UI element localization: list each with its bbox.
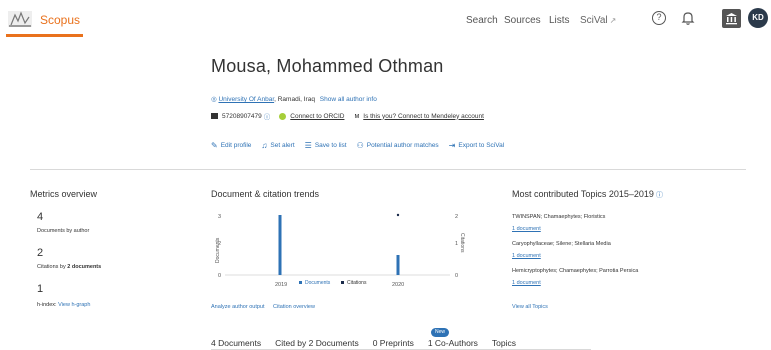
h-index-row: h-index: View h-graph: [37, 302, 90, 308]
x-tick-2019: 2019: [275, 282, 287, 288]
info-icon[interactable]: ⓘ: [656, 192, 663, 199]
help-icon[interactable]: ?: [652, 11, 666, 25]
elsevier-logo-icon[interactable]: [7, 9, 33, 29]
documents-count: 4: [37, 211, 44, 223]
topic-document-count-link[interactable]: 1 document: [512, 253, 541, 259]
top-navigation-bar: Scopus Search Sources Lists SciVal ↗ ? KD: [0, 0, 771, 38]
connect-orcid-link[interactable]: Connect to ORCID: [290, 113, 344, 120]
legend-documents-label: Documents: [305, 280, 331, 286]
set-alert-label: Set alert: [270, 142, 295, 149]
y-right-axis-title: Citations: [459, 233, 465, 253]
y-right-tick-0: 0: [455, 273, 458, 279]
external-link-icon: ↗: [609, 16, 617, 25]
view-h-graph-link[interactable]: View h-graph: [58, 302, 90, 308]
citations-count: 2: [37, 247, 44, 259]
nav-scival-link[interactable]: SciVal ↗: [580, 15, 616, 26]
nav-search-link[interactable]: Search: [466, 15, 498, 26]
chart-links-row: Analyze author output Citation overview: [211, 304, 322, 310]
save-to-list-button[interactable]: ☰ Save to list: [305, 141, 347, 150]
y-right-tick-1: 1: [455, 241, 458, 247]
export-to-scival-label: Export to SciVal: [458, 142, 505, 149]
y-left-axis-title: Documents: [215, 237, 221, 263]
author-ids-row: 57208907479 ⓘ Connect to ORCID ᴍ Is this…: [211, 111, 484, 121]
potential-author-matches-button[interactable]: ⚇ Potential author matches: [357, 141, 439, 150]
set-alert-button[interactable]: ♫ Set alert: [261, 141, 294, 150]
citations-point-2020: [396, 213, 400, 217]
y-left-tick-3: 3: [218, 214, 221, 220]
y-right-tick-2: 2: [455, 214, 458, 220]
topic-document-count-link[interactable]: 1 document: [512, 280, 541, 286]
section-divider: [30, 169, 746, 170]
show-all-author-info-link[interactable]: Show all author info: [320, 96, 377, 103]
potential-author-matches-label: Potential author matches: [366, 142, 439, 149]
institution-icon[interactable]: [722, 9, 741, 28]
affiliation-link[interactable]: University Of Anbar: [218, 96, 274, 103]
pencil-icon: ✎: [211, 141, 218, 150]
edit-profile-button[interactable]: ✎ Edit profile: [211, 141, 251, 150]
nav-scival-label: SciVal: [580, 15, 608, 26]
document-citation-trends-chart: 3 2 0 2 1 0 Documents Citations 2019 202…: [215, 213, 465, 288]
x-tick-2020: 2020: [392, 282, 404, 288]
chart-points: [396, 213, 400, 217]
user-avatar[interactable]: KD: [748, 8, 768, 28]
analyze-author-output-link[interactable]: Analyze author output: [211, 304, 265, 310]
info-icon[interactable]: ⓘ: [264, 111, 271, 121]
h-index-label: h-index:: [37, 302, 57, 308]
export-icon: ⇥: [448, 141, 456, 150]
nav-sources-link[interactable]: Sources: [504, 15, 541, 26]
chart-bars: [278, 215, 400, 275]
orcid-icon: [279, 112, 287, 120]
bell-icon[interactable]: [681, 10, 695, 26]
author-name-heading: Mousa, Mohammed Othman: [211, 56, 444, 76]
new-badge: New: [431, 328, 449, 337]
view-all-topics-link[interactable]: View all Topics: [512, 304, 548, 310]
citations-documents-count: 2 documents: [67, 264, 102, 270]
affiliation-location: , Ramadi, Iraq: [274, 96, 315, 103]
connect-mendeley-link[interactable]: Is this you? Connect to Mendeley account: [363, 113, 484, 120]
bell-icon: ♫: [261, 141, 268, 150]
most-contributed-topics-heading: Most contributed Topics 2015–2019 ⓘ: [512, 189, 663, 200]
documents-by-author-label: Documents by author: [37, 228, 90, 234]
scopus-brand-link[interactable]: Scopus: [40, 13, 80, 27]
nav-lists-link[interactable]: Lists: [549, 15, 570, 26]
legend-documents-swatch: [299, 281, 302, 284]
metrics-overview-heading: Metrics overview: [30, 189, 98, 199]
documents-bar-2019: [278, 215, 282, 275]
legend-citations-label: Citations: [347, 280, 367, 286]
topic-name: TWINSPAN; Chamaephytes; Floristics: [512, 214, 606, 220]
h-index-value: 1: [37, 283, 44, 295]
citations-label-text: Citations by: [37, 264, 68, 270]
topics-heading-text: Most contributed Topics 2015–2019: [512, 189, 654, 199]
scopus-author-id: 57208907479: [222, 112, 262, 120]
id-card-icon: [211, 113, 218, 119]
citations-label: Citations by 2 documents: [37, 264, 101, 270]
mendeley-icon: ᴍ: [354, 112, 360, 120]
people-icon: ⚇: [356, 141, 364, 150]
legend-citations-swatch: [341, 281, 344, 284]
affiliation-row: ◎ University Of Anbar, Ramadi, Iraq Show…: [211, 95, 377, 103]
documents-bar-2020: [396, 255, 400, 275]
list-icon: ☰: [304, 141, 312, 150]
citation-overview-link[interactable]: Citation overview: [273, 304, 315, 310]
topic-name: Caryophyllaceae; Silene; Stellaria Media: [512, 241, 611, 247]
topic-document-count-link[interactable]: 1 document: [512, 226, 541, 232]
document-citation-trends-heading: Document & citation trends: [211, 189, 320, 199]
brand-underline: [6, 34, 83, 37]
profile-actions-bar: ✎ Edit profile ♫ Set alert ☰ Save to list ⚇…: [211, 141, 514, 150]
edit-profile-label: Edit profile: [220, 142, 252, 149]
topic-name: Hemicryptophytes; Chamaephytes; Parrotia…: [512, 268, 639, 274]
y-left-tick-0: 0: [218, 273, 221, 279]
save-to-list-label: Save to list: [314, 142, 347, 149]
export-to-scival-button[interactable]: ⇥ Export to SciVal: [449, 141, 504, 150]
